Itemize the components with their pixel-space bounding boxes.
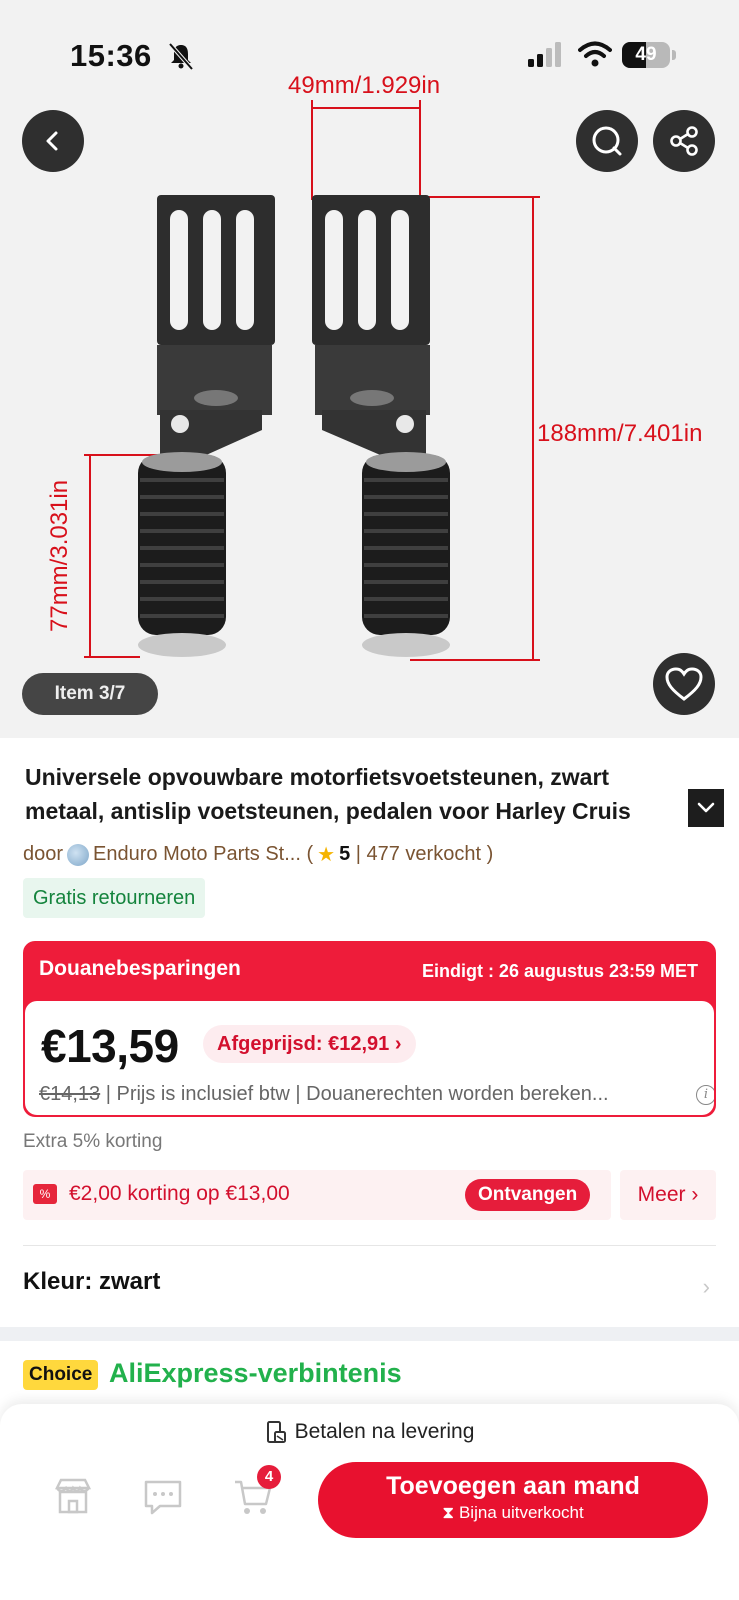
product-title-line-2: metaal, antislip voetsteunen, pedalen vo… [25,798,631,824]
rating-value: 5 [339,843,351,865]
color-selector[interactable]: Kleur: zwart › [23,1268,716,1308]
wishlist-button[interactable] [653,653,715,715]
payment-icon [266,1421,286,1443]
choice-text: AliExpress-verbintenis [109,1358,402,1388]
choice-badge: Choice [23,1360,99,1390]
dimension-width-label: 49mm/1.929in [288,72,441,99]
seller-prefix: door [23,843,64,865]
product-title-line-1: Universele opvouwbare motorfietsvoetsteu… [25,764,610,790]
bottom-action-bar: Betalen na levering 4 Toevoegen aan mand… [0,1404,739,1600]
back-button[interactable] [22,110,84,172]
chevron-down-icon [697,802,715,813]
claim-coupon-button[interactable]: Ontvangen [465,1179,591,1211]
add-to-cart-label: Toevoegen aan mand [386,1472,640,1500]
color-label: Kleur: zwart [23,1268,161,1295]
price-info: €14,13 | Prijs is inclusief btw | Douane… [39,1083,679,1106]
add-to-cart-button[interactable]: Toevoegen aan mand ⧗ Bijna uitverkocht [318,1462,708,1538]
customs-end-date: Eindigt : 26 augustus 23:59 MET [421,961,698,981]
free-return-badge[interactable]: Gratis retourneren [23,878,206,918]
current-price: €13,59 [41,1020,179,1072]
dimension-grip-label: 77mm/3.031in [46,479,73,632]
search-button[interactable] [576,110,638,172]
reduced-price-chip[interactable]: Afgeprijsd: €12,91 › [203,1025,416,1063]
seller-name[interactable]: Enduro Moto Parts St... [93,843,301,866]
share-button[interactable] [653,110,715,172]
stock-note: ⧗ Bijna uitverkocht [442,1503,584,1522]
back-icon [46,131,58,151]
store-icon[interactable] [52,1476,94,1518]
image-counter: Item 3/7 [22,673,158,715]
heart-icon [665,667,703,701]
product-title: Universele opvouwbare motorfietsvoetsteu… [25,760,715,828]
share-icon [670,126,698,156]
hourglass-icon: ⧗ [442,1503,455,1522]
seller-row[interactable]: door Enduro Moto Parts St... ( ★ 5 | 477… [23,842,493,867]
old-price: €14,13 [39,1083,101,1105]
store-logo-icon [67,843,90,866]
customs-savings-card[interactable]: Douanebesparingen Eindigt : 26 augustus … [23,941,716,1117]
customs-title: Douanebesparingen [39,957,241,980]
dimension-height-label: 188mm/7.401in [537,420,703,447]
search-icon [592,126,622,156]
pay-after-delivery[interactable]: Betalen na levering [0,1414,739,1450]
expand-title-button[interactable] [660,789,724,829]
cart-count-badge: 4 [257,1465,281,1489]
chat-icon[interactable] [142,1476,184,1518]
coupon-icon: % [33,1184,57,1204]
product-image-area[interactable]: 15:36 49 49mm/1.929in 188mm/7.401in 77mm… [0,0,739,738]
extra-discount: Extra 5% korting [23,1131,163,1152]
divider [23,1245,716,1246]
coupon-text: €2,00 korting op €13,00 [69,1182,290,1205]
more-coupons-button[interactable]: Meer › [620,1170,716,1220]
price-note: | Prijs is inclusief btw | Douanerechten… [105,1083,609,1105]
sold-count: 477 verkocht [366,843,482,865]
coupon-row[interactable]: % €2,00 korting op €13,00 Ontvangen [23,1170,611,1220]
star-icon: ★ [317,844,336,866]
info-icon[interactable]: i [696,1085,714,1105]
chevron-right-icon: › [702,1274,710,1299]
section-separator [0,1327,739,1341]
